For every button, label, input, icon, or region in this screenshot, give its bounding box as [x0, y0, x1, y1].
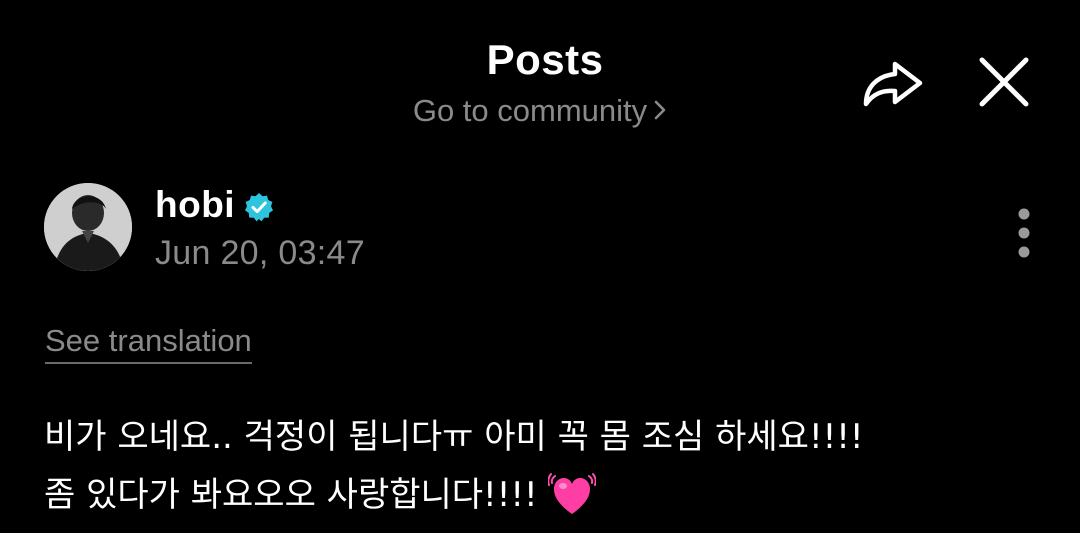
- close-icon: [979, 57, 1029, 107]
- close-button[interactable]: [974, 52, 1034, 112]
- community-link-label: Go to community: [412, 93, 648, 128]
- verified-check-icon: [245, 193, 274, 222]
- share-arrow-icon: [863, 61, 923, 107]
- chevron-right-icon: [653, 94, 667, 130]
- beating-heart-emoji: [547, 473, 596, 514]
- post-text-line-1: 비가 오네요.. 걱정이 됩니다ㅠ 아미 꼭 몸 조심 하세요!!!!: [44, 417, 864, 457]
- see-translation-link[interactable]: See translation: [45, 322, 252, 364]
- more-vertical-icon: [1018, 208, 1030, 258]
- post-timestamp: Jun 20, 03:47: [155, 234, 365, 272]
- post-header: hobi Jun 20, 03:47: [0, 175, 1080, 285]
- share-button[interactable]: [858, 52, 928, 112]
- post-text-line-2-text: 좀 있다가 봐요오오 사랑합니다!!!!: [44, 475, 538, 515]
- avatar[interactable]: [44, 183, 132, 271]
- more-options-button[interactable]: [1004, 205, 1044, 265]
- post-text-line-2: 좀 있다가 봐요오오 사랑합니다!!!!: [44, 466, 1054, 524]
- author-name[interactable]: hobi: [155, 185, 235, 225]
- post-body: 비가 오네요.. 걱정이 됩니다ㅠ 아미 꼭 몸 조심 하세요!!!! 좀 있다…: [44, 408, 1054, 524]
- top-bar: Posts Go to community: [0, 0, 1080, 140]
- author-row[interactable]: hobi: [155, 183, 274, 227]
